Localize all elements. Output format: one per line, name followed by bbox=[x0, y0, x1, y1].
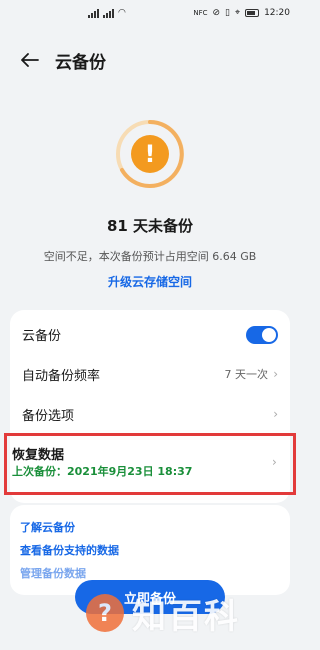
auto-frequency-value: 7 天一次 bbox=[224, 368, 269, 381]
chevron-right-icon: › bbox=[272, 455, 277, 469]
backup-options-label: 备份选项 bbox=[22, 408, 75, 424]
clock: 12:20 bbox=[264, 8, 290, 18]
location-icon: ⌖ bbox=[234, 8, 241, 18]
nfc-badge: NFC bbox=[193, 9, 208, 17]
manage-backup-link[interactable]: 管理备份数据 bbox=[20, 565, 86, 581]
cloud-backup-label: 云备份 bbox=[22, 328, 62, 344]
auto-frequency-row[interactable]: 自动备份频率 7 天一次 › bbox=[10, 354, 290, 394]
status-bar-signals: ◠ bbox=[88, 8, 126, 18]
space-warning: 空间不足，本次备份预计占用空间 6.64 GB bbox=[43, 250, 257, 263]
chevron-right-icon: › bbox=[273, 407, 278, 421]
warning-icon: ! bbox=[131, 135, 169, 173]
backup-status-indicator: ! bbox=[114, 118, 186, 190]
status-bar-system: NFC ⊘ ▯ ⌖ 12:20 bbox=[193, 8, 290, 18]
signal-icon bbox=[88, 8, 99, 18]
page-title: 云备份 bbox=[55, 52, 106, 73]
battery-icon bbox=[245, 9, 260, 17]
cloud-backup-row[interactable]: 云备份 bbox=[10, 314, 290, 354]
vibrate-icon: ▯ bbox=[225, 8, 230, 18]
signal-icon-2 bbox=[103, 8, 114, 18]
back-button[interactable] bbox=[18, 48, 42, 72]
chevron-right-icon: › bbox=[273, 367, 278, 381]
auto-frequency-label: 自动备份频率 bbox=[22, 368, 101, 384]
supported-data-link[interactable]: 查看备份支持的数据 bbox=[20, 542, 119, 558]
arrow-left-icon bbox=[21, 53, 39, 67]
cloud-backup-toggle[interactable] bbox=[246, 326, 278, 344]
upgrade-storage-link[interactable]: 升级云存储空间 bbox=[0, 273, 300, 290]
app-header: 云备份 bbox=[0, 44, 300, 76]
status-bar: ◠ NFC ⊘ ▯ ⌖ 12:20 bbox=[0, 0, 300, 26]
warning-backdrop: ! bbox=[121, 125, 179, 183]
restore-data-label: 恢复数据 bbox=[12, 448, 65, 463]
days-since-backup: 81 天未备份 bbox=[106, 217, 194, 235]
learn-cloud-backup-link[interactable]: 了解云备份 bbox=[20, 519, 75, 535]
backup-now-button[interactable]: 立即备份 bbox=[75, 580, 225, 614]
last-backup-time: 上次备份：2021年9月23日 18:37 bbox=[12, 465, 193, 478]
mute-icon: ⊘ bbox=[212, 8, 221, 18]
backup-options-row[interactable]: 备份选项 › bbox=[10, 394, 290, 434]
wifi-icon: ◠ bbox=[118, 8, 126, 18]
